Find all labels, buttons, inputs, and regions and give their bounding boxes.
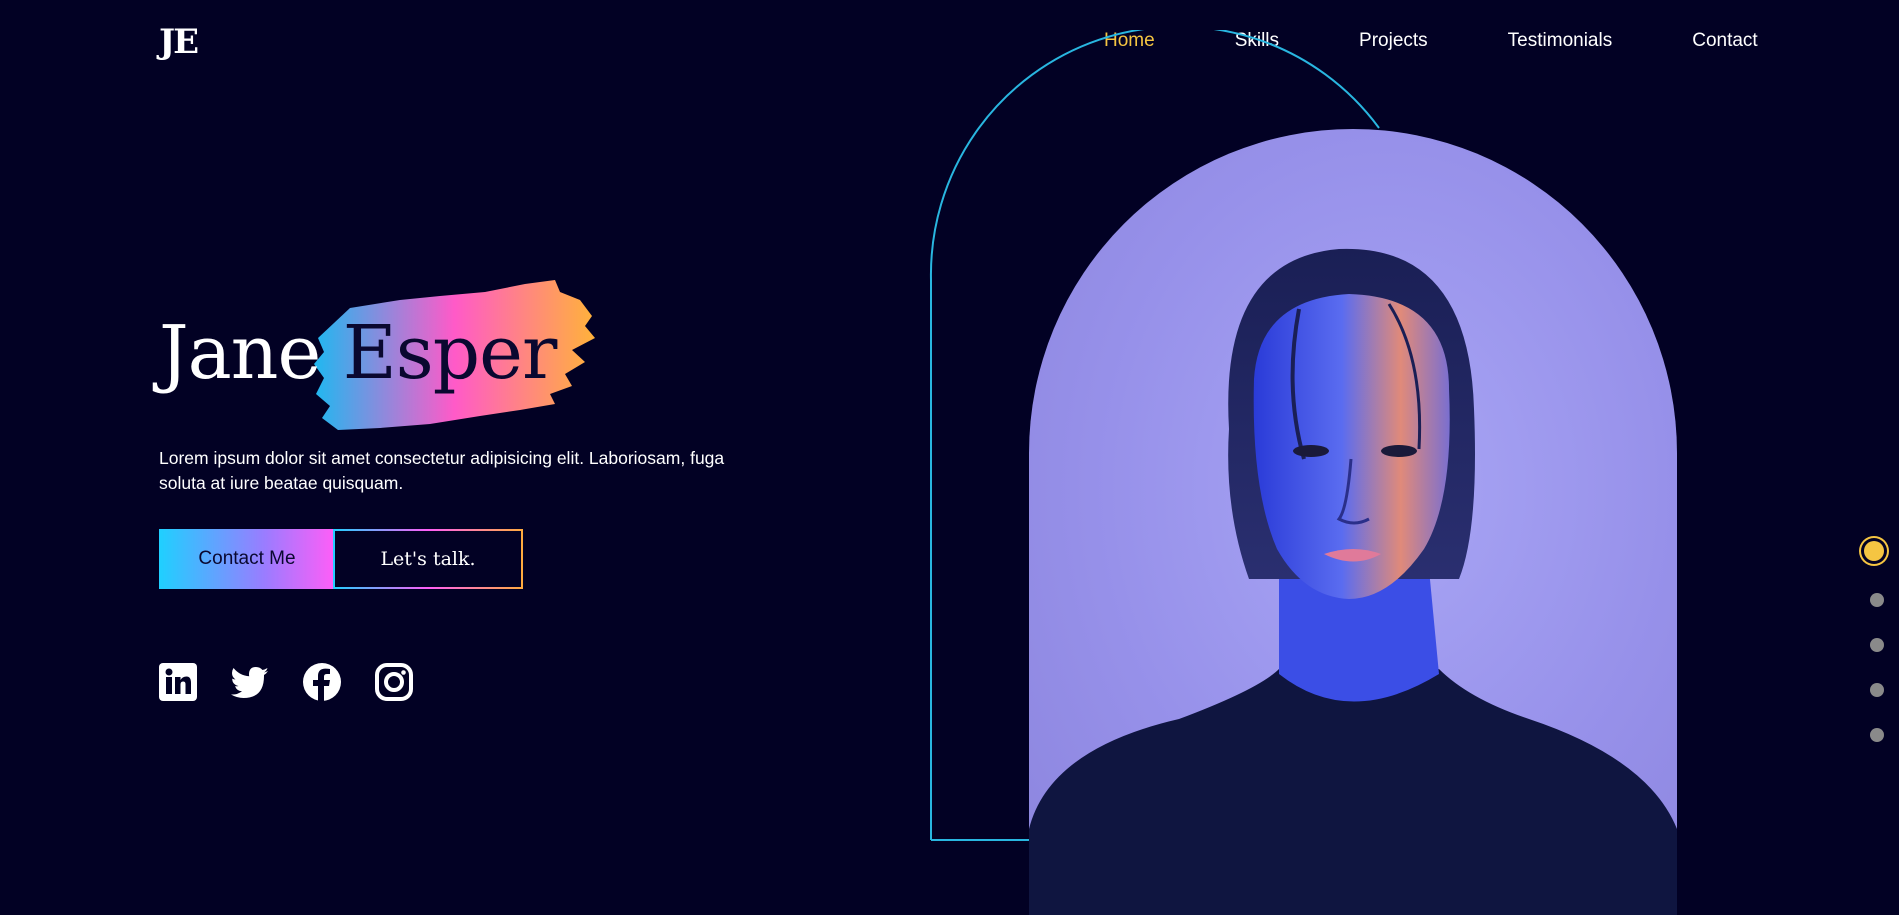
nav-testimonials[interactable]: Testimonials [1508, 30, 1613, 52]
logo[interactable]: JE [159, 22, 199, 62]
nav-contact[interactable]: Contact [1692, 30, 1757, 52]
section-dot-2[interactable] [1870, 593, 1884, 607]
linkedin-icon[interactable] [159, 663, 197, 701]
instagram-icon[interactable] [375, 663, 413, 701]
hero-name: Jane Esper [159, 310, 558, 396]
portrait-photo [1029, 129, 1677, 915]
contact-me-button[interactable]: Contact Me [159, 529, 335, 589]
intro-text: Lorem ipsum dolor sit amet consectetur a… [159, 448, 725, 493]
section-dot-5[interactable] [1870, 728, 1884, 742]
section-dot-4[interactable] [1870, 683, 1884, 697]
lets-talk-button[interactable]: Let's talk. [333, 529, 523, 589]
portrait-illustration [1029, 248, 1677, 915]
social-links [159, 663, 413, 701]
section-dot-1[interactable] [1864, 541, 1884, 561]
first-name: Jane [159, 310, 321, 396]
section-dot-3[interactable] [1870, 638, 1884, 652]
facebook-icon[interactable] [303, 663, 341, 701]
page: JE Home Skills Projects Testimonials Con… [0, 0, 1899, 915]
last-name: Esper [342, 310, 558, 396]
twitter-icon[interactable] [231, 663, 269, 701]
